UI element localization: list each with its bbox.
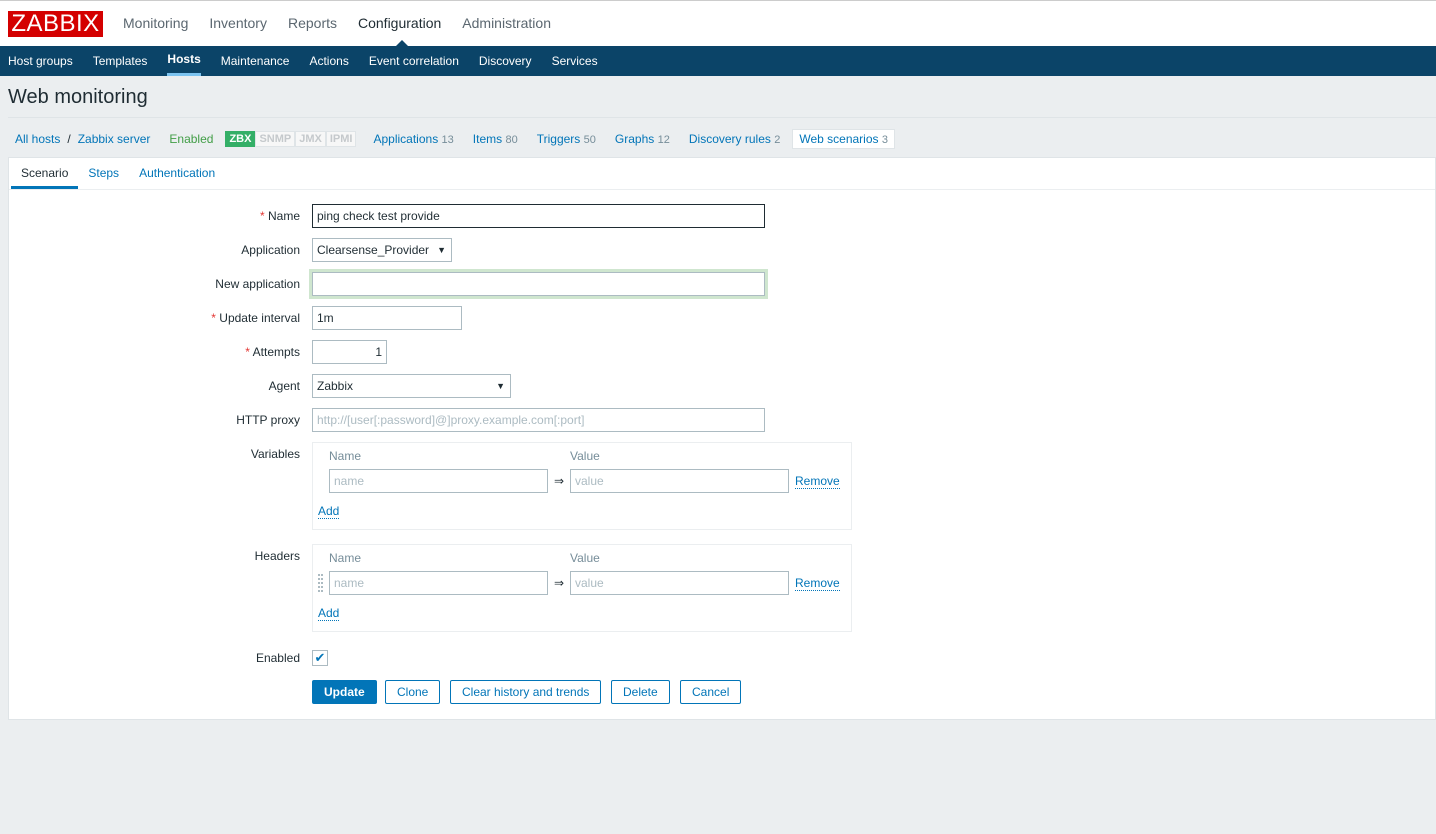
menu-configuration[interactable]: Configuration: [358, 15, 441, 46]
header-remove-link[interactable]: Remove: [795, 576, 840, 591]
badge-ipmi: IPMI: [325, 131, 357, 147]
variable-remove-link[interactable]: Remove: [795, 474, 840, 489]
zabbix-logo[interactable]: ZABBIX: [8, 11, 103, 37]
link-label: Discovery rules: [688, 132, 771, 146]
col-name: Name: [329, 449, 362, 463]
clone-button[interactable]: Clone: [385, 680, 441, 704]
attempts-input[interactable]: 1: [312, 340, 387, 364]
link-label: Applications: [373, 132, 439, 146]
proxy-label: HTTP proxy: [236, 413, 300, 427]
host-link[interactable]: Zabbix server: [78, 132, 151, 146]
badge-jmx: JMX: [295, 131, 326, 147]
link-count: 3: [881, 134, 888, 146]
top-bar: ZABBIX Monitoring Inventory Reports Conf…: [0, 0, 1436, 46]
enabled-checkbox[interactable]: ✔: [312, 650, 328, 666]
link-count: 13: [441, 134, 454, 146]
main-menu: Monitoring Inventory Reports Configurati…: [123, 15, 551, 46]
checkmark-icon: ✔: [314, 650, 326, 665]
submenu-maintenance[interactable]: Maintenance: [221, 46, 290, 76]
headers-table: Name Value name ⇒ value Remove Add: [312, 544, 852, 632]
menu-reports[interactable]: Reports: [288, 15, 337, 31]
submenu-templates[interactable]: Templates: [93, 46, 148, 76]
link-count: 50: [583, 134, 596, 146]
agent-label: Agent: [268, 379, 300, 393]
attempts-label: * Attempts: [245, 345, 300, 359]
interval-input[interactable]: 1m: [312, 306, 462, 330]
menu-monitoring[interactable]: Monitoring: [123, 15, 188, 31]
link-label: Web scenarios: [799, 132, 879, 146]
variable-add-link[interactable]: Add: [318, 504, 340, 519]
submenu-host-groups[interactable]: Host groups: [8, 46, 73, 76]
header-add-link[interactable]: Add: [318, 606, 340, 621]
new-application-input[interactable]: [312, 272, 765, 296]
host-status[interactable]: Enabled: [169, 132, 213, 146]
col-value: Value: [570, 551, 600, 565]
variables-label: Variables: [250, 447, 300, 461]
col-name: Name: [329, 551, 362, 565]
submenu-event-correlation[interactable]: Event correlation: [369, 46, 459, 76]
link-count: 2: [774, 134, 781, 146]
proxy-input[interactable]: http://[user[:password]@]proxy.example.c…: [312, 408, 765, 432]
update-button[interactable]: Update: [312, 680, 377, 704]
graphs-link[interactable]: Graphs 12: [615, 132, 670, 146]
page-title: Web monitoring: [8, 86, 148, 108]
sub-menu: Host groups Templates Hosts Maintenance …: [0, 46, 1436, 76]
badge-snmp: SNMP: [255, 131, 296, 147]
header-name-input[interactable]: name: [329, 571, 548, 595]
badge-zbx: ZBX: [225, 131, 256, 147]
name-input[interactable]: ping check test provide: [312, 204, 765, 228]
divider: [8, 117, 1436, 118]
arrow-icon: ⇒: [554, 576, 565, 590]
variables-table: Name Value name ⇒ value Remove Add: [312, 442, 852, 530]
discovery-rules-link[interactable]: Discovery rules 2: [689, 132, 781, 146]
menu-administration[interactable]: Administration: [462, 15, 551, 31]
host-navigation: All hosts / Zabbix server Enabled ZBX SN…: [15, 129, 895, 149]
variable-value-input[interactable]: value: [570, 469, 789, 493]
link-label: Items: [472, 132, 503, 146]
agent-select[interactable]: Zabbix: [312, 374, 511, 398]
name-label: * Name: [259, 209, 300, 223]
tab-bar: Scenario Steps Authentication: [9, 158, 1435, 190]
delete-button[interactable]: Delete: [611, 680, 670, 704]
submenu-discovery[interactable]: Discovery: [479, 46, 532, 76]
availability-badges: ZBX SNMP JMX IPMI: [225, 131, 357, 147]
application-select[interactable]: Clearsense_Provider: [312, 238, 452, 262]
enabled-label: Enabled: [255, 651, 300, 665]
drag-handle-icon[interactable]: [318, 574, 323, 592]
link-label: Graphs: [614, 132, 655, 146]
submenu-services[interactable]: Services: [552, 46, 598, 76]
items-link[interactable]: Items 80: [473, 132, 518, 146]
breadcrumb-separator: /: [67, 132, 71, 146]
applications-link[interactable]: Applications 13: [373, 132, 453, 146]
submenu-actions[interactable]: Actions: [309, 46, 348, 76]
variable-name-input[interactable]: name: [329, 469, 548, 493]
tab-authentication[interactable]: Authentication: [129, 158, 225, 189]
link-count: 80: [505, 134, 518, 146]
headers-label: Headers: [254, 549, 300, 563]
col-value: Value: [570, 449, 600, 463]
submenu-hosts[interactable]: Hosts: [167, 46, 201, 76]
web-scenarios-link[interactable]: Web scenarios 3: [792, 129, 895, 149]
form-panel: Scenario Steps Authentication * Name pin…: [8, 157, 1436, 720]
interval-label: * Update interval: [211, 311, 300, 325]
clear-history-button[interactable]: Clear history and trends: [450, 680, 602, 704]
tab-scenario[interactable]: Scenario: [11, 158, 79, 189]
link-count: 12: [657, 134, 670, 146]
header-value-input[interactable]: value: [570, 571, 789, 595]
menu-inventory[interactable]: Inventory: [209, 15, 267, 31]
all-hosts-link[interactable]: All hosts: [15, 132, 60, 146]
link-label: Triggers: [536, 132, 581, 146]
new-application-label: New application: [215, 277, 300, 291]
arrow-icon: ⇒: [554, 474, 565, 488]
triggers-link[interactable]: Triggers 50: [537, 132, 596, 146]
tab-steps[interactable]: Steps: [78, 158, 129, 189]
application-label: Application: [241, 243, 300, 257]
cancel-button[interactable]: Cancel: [680, 680, 742, 704]
